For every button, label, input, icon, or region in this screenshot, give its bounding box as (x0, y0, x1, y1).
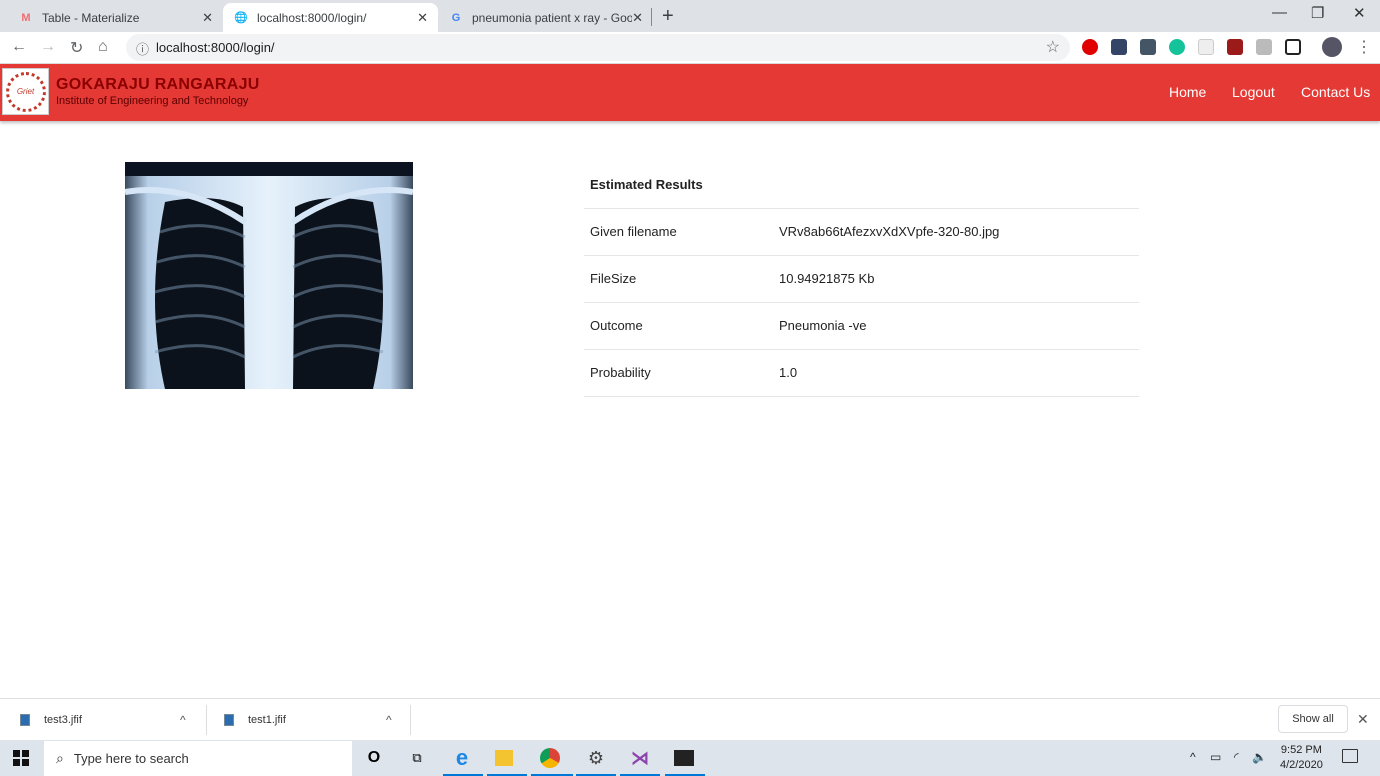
download-item[interactable]: test3.jfif ^ (20, 699, 200, 741)
forward-button[interactable]: → (40, 38, 56, 56)
row-value: Pneumonia -ve (773, 301, 1139, 349)
tab-title: Table - Materialize (42, 10, 140, 25)
download-filename: test1.jfif (248, 714, 286, 726)
globe-icon: 🌐 (234, 12, 248, 24)
row-label: Given filename (584, 207, 773, 255)
address-bar[interactable]: ⓘ localhost:8000/login/ ☆ (126, 34, 1070, 61)
mi-extension-icon[interactable] (1198, 39, 1214, 55)
battery-icon[interactable]: ▭ (1210, 750, 1221, 764)
row-label: Outcome (584, 301, 773, 349)
chevron-up-icon[interactable]: ^ (180, 713, 186, 727)
search-icon: ⌕ (56, 750, 64, 766)
materialize-icon: M (21, 11, 31, 24)
browser-menu-icon[interactable]: ⋮ (1356, 37, 1372, 57)
tab-localhost[interactable]: 🌐 localhost:8000/login/ ✕ (223, 3, 438, 32)
minimize-button[interactable]: — (1272, 4, 1287, 21)
download-filename: test3.jfif (44, 714, 82, 726)
row-label: FileSize (584, 254, 773, 302)
settings-gear-icon[interactable]: ⚙ (584, 746, 608, 770)
wifi-icon[interactable]: ◜ (1234, 750, 1239, 764)
search-placeholder: Type here to search (73, 751, 189, 766)
new-tab-ext-icon[interactable] (1140, 39, 1156, 55)
download-item[interactable]: test1.jfif ^ (224, 699, 404, 741)
taskbar-search-input[interactable]: ⌕ Type here to search (44, 741, 352, 776)
new-tab-button[interactable]: + (662, 5, 674, 28)
browser-toolbar: ← → ↻ ⌂ ⓘ localhost:8000/login/ ☆ ⋮ (0, 32, 1380, 64)
close-window-button[interactable]: ✕ (1353, 4, 1366, 22)
brand-subtitle: Institute of Engineering and Technology (56, 95, 249, 107)
image-file-icon (224, 714, 234, 726)
reload-button[interactable]: ↻ (70, 38, 83, 58)
table-row: Given filename VRv8ab66tAfezxvXdXVpfe-32… (584, 207, 1139, 255)
file-explorer-icon[interactable] (495, 750, 513, 766)
results-heading: Estimated Results (590, 177, 703, 193)
table-row: Outcome Pneumonia -ve (584, 301, 1139, 349)
site-info-icon[interactable]: ⓘ (136, 39, 149, 58)
bookmark-star-icon[interactable]: ☆ (1046, 37, 1060, 57)
download-bar: test3.jfif ^ test1.jfif ^ Show all ✕ (0, 698, 1380, 740)
volume-icon[interactable]: 🔈 (1252, 750, 1267, 764)
row-value: 10.94921875 Kb (773, 254, 1139, 302)
tab-close-icon[interactable]: ✕ (632, 10, 643, 26)
cast-icon[interactable] (1256, 39, 1272, 55)
system-clock[interactable]: 9:52 PM 4/2/2020 (1280, 743, 1323, 773)
xray-graphic (125, 162, 413, 389)
tab-separator (651, 8, 652, 26)
notification-center-icon[interactable] (1342, 749, 1358, 763)
task-view-icon[interactable]: ⧉ (405, 746, 429, 770)
image-file-icon (20, 714, 30, 726)
back-button[interactable]: ← (11, 38, 27, 56)
table-header-row: Estimated Results (584, 162, 1139, 208)
google-icon: G (451, 11, 461, 24)
home-button[interactable]: ⌂ (98, 38, 108, 56)
row-label: Probability (584, 348, 773, 397)
acrobat-icon[interactable] (1227, 39, 1243, 55)
show-hidden-icons-chevron[interactable]: ^ (1190, 750, 1196, 764)
tab-close-icon[interactable]: ✕ (202, 10, 213, 26)
chrome-icon[interactable] (540, 748, 560, 768)
xray-image (125, 162, 413, 389)
tab-title: pneumonia patient x ray - Googl (472, 10, 632, 25)
opera-adblock-icon[interactable] (1082, 39, 1098, 55)
chevron-up-icon[interactable]: ^ (386, 713, 392, 727)
tab-title: localhost:8000/login/ (257, 10, 367, 25)
windows-taskbar: ⌕ Type here to search O ⧉ e ⚙ ⋊ ^ ▭ ◜ 🔈 … (0, 740, 1380, 776)
row-value: VRv8ab66tAfezxvXdXVpfe-320-80.jpg (773, 207, 1139, 255)
clock-date: 4/2/2020 (1280, 759, 1323, 771)
picture-in-picture-icon[interactable] (1285, 39, 1301, 55)
url-text[interactable]: localhost:8000/login/ (156, 40, 275, 55)
browser-tab-bar: M Table - Materialize ✕ 🌐 localhost:8000… (0, 0, 1380, 32)
tab-google-search[interactable]: G pneumonia patient x ray - Googl ✕ (438, 3, 653, 32)
visual-studio-icon[interactable]: ⋊ (628, 746, 652, 770)
logo-seal: Griet (5, 71, 46, 112)
download-separator (206, 705, 207, 735)
tab-materialize[interactable]: M Table - Materialize ✕ (8, 3, 223, 32)
fb-extension-icon[interactable] (1111, 39, 1127, 55)
clock-time: 9:52 PM (1280, 744, 1322, 756)
table-row: FileSize 10.94921875 Kb (584, 254, 1139, 302)
profile-avatar[interactable] (1322, 37, 1342, 57)
nav-contact-us[interactable]: Contact Us (1301, 84, 1370, 100)
row-value: 1.0 (773, 348, 1139, 397)
site-header: Griet GOKARAJU RANGARAJU Institute of En… (0, 64, 1380, 121)
nav-home[interactable]: Home (1169, 84, 1206, 100)
close-download-bar-icon[interactable]: ✕ (1357, 711, 1369, 728)
tab-close-icon[interactable]: ✕ (417, 10, 428, 26)
nav-logout[interactable]: Logout (1232, 84, 1275, 100)
download-separator (410, 705, 411, 735)
brand-name: GOKARAJU RANGARAJU (56, 76, 260, 93)
cortana-icon[interactable]: O (362, 746, 386, 770)
table-row: Probability 1.0 (584, 348, 1139, 397)
results-table: Estimated Results Given filename VRv8ab6… (584, 162, 1139, 397)
windows-start-icon[interactable] (13, 750, 29, 766)
grammarly-icon[interactable] (1169, 39, 1185, 55)
terminal-icon[interactable] (674, 750, 694, 766)
college-logo[interactable]: Griet (2, 68, 49, 115)
maximize-button[interactable]: ❐ (1311, 4, 1324, 22)
show-all-button[interactable]: Show all (1278, 705, 1348, 733)
edge-icon[interactable]: e (450, 745, 474, 770)
